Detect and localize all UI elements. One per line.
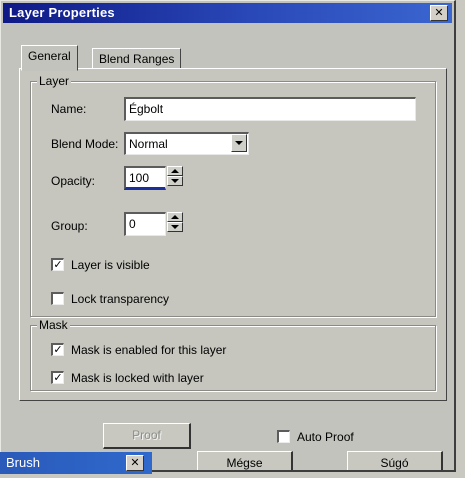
brush-window-title: Brush xyxy=(6,455,40,470)
spin-down-icon[interactable] xyxy=(167,222,183,232)
tab-blend-ranges-label: Blend Ranges xyxy=(99,52,175,66)
layer-groupbox: Layer Name: Égbolt Blend Mode: Normal Op… xyxy=(30,74,436,317)
opacity-field[interactable]: 100 xyxy=(124,166,166,190)
proof-button[interactable]: Proof xyxy=(103,423,191,449)
unchecked-box-icon[interactable] xyxy=(277,430,290,443)
group-field[interactable]: 0 xyxy=(124,212,166,236)
mask-locked-label: Mask is locked with layer xyxy=(71,371,204,385)
opacity-label: Opacity: xyxy=(51,174,96,188)
chevron-down-icon[interactable] xyxy=(231,134,247,152)
spin-up-icon[interactable] xyxy=(167,212,183,222)
tab-general[interactable]: General xyxy=(21,45,78,71)
cancel-button[interactable]: Mégse xyxy=(197,451,293,470)
close-icon[interactable]: ✕ xyxy=(430,5,448,21)
checkmark-icon[interactable]: ✓ xyxy=(51,371,64,384)
title-bar[interactable]: Layer Properties ✕ xyxy=(3,3,452,23)
close-icon[interactable]: ✕ xyxy=(126,455,144,471)
layer-visible-label: Layer is visible xyxy=(71,258,150,272)
checkmark-icon[interactable]: ✓ xyxy=(51,343,64,356)
layer-properties-dialog: Layer Properties ✕ General Blend Ranges … xyxy=(0,0,456,472)
brush-window-titlebar[interactable]: Brush ✕ xyxy=(0,452,152,474)
tab-general-label: General xyxy=(28,49,71,63)
spin-up-icon[interactable] xyxy=(167,166,183,176)
mask-group-legend: Mask xyxy=(37,318,70,332)
blend-mode-value: Normal xyxy=(129,137,168,151)
name-label: Name: xyxy=(51,102,87,116)
group-stepper[interactable] xyxy=(167,212,185,232)
unchecked-box-icon[interactable] xyxy=(51,292,64,305)
name-field[interactable]: Égbolt xyxy=(124,97,416,121)
spin-down-icon[interactable] xyxy=(167,176,183,186)
help-button[interactable]: Súgó xyxy=(347,451,443,470)
opacity-stepper[interactable] xyxy=(167,166,185,186)
group-label: Group: xyxy=(51,219,88,233)
auto-proof-label: Auto Proof xyxy=(297,430,354,444)
mask-enabled-label: Mask is enabled for this layer xyxy=(71,343,227,357)
layer-group-legend: Layer xyxy=(37,74,72,88)
general-tab-panel: Layer Name: Égbolt Blend Mode: Normal Op… xyxy=(19,68,447,401)
blend-mode-label: Blend Mode: xyxy=(51,137,119,151)
dialog-title: Layer Properties xyxy=(9,5,115,20)
lock-transparency-label: Lock transparency xyxy=(71,292,170,306)
tab-blend-ranges[interactable]: Blend Ranges xyxy=(92,48,182,69)
mask-groupbox: Mask ✓ Mask is enabled for this layer ✓ … xyxy=(30,318,436,391)
checkmark-icon[interactable]: ✓ xyxy=(51,258,64,271)
